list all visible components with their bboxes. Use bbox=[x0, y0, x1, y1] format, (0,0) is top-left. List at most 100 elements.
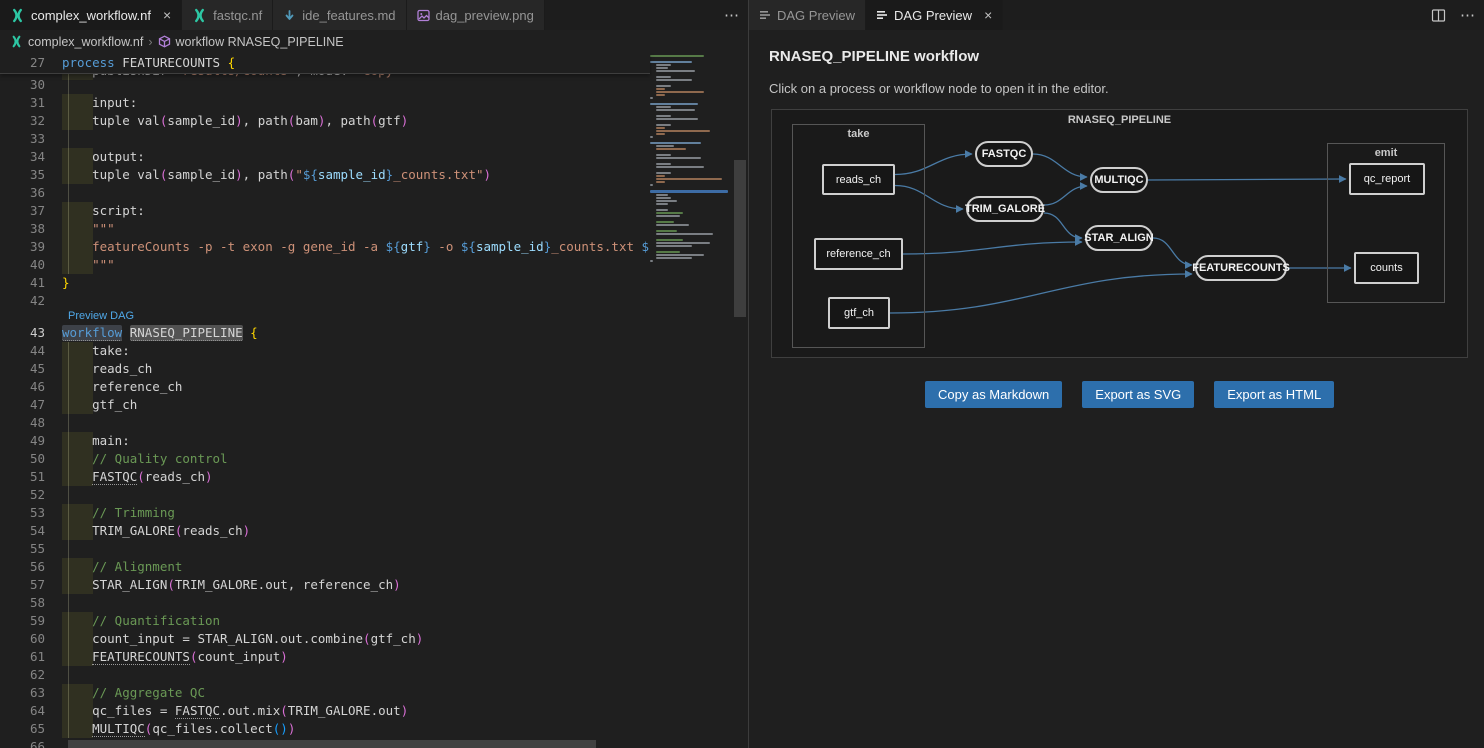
button-copy-as-markdown[interactable]: Copy as Markdown bbox=[925, 381, 1062, 408]
code-line[interactable] bbox=[62, 292, 650, 310]
vertical-scrollbar-slider[interactable] bbox=[734, 160, 746, 317]
code-line[interactable]: output: bbox=[62, 148, 650, 166]
codelens-preview-dag[interactable]: Preview DAG bbox=[68, 310, 134, 324]
code-line[interactable]: reads_ch bbox=[62, 360, 650, 378]
panel-tab-bar: DAG Preview DAG Preview× ⋯ bbox=[749, 0, 1484, 30]
code-line[interactable] bbox=[62, 486, 650, 504]
editor-actions-ellipsis[interactable]: ⋯ bbox=[724, 6, 740, 24]
line-number: 38 bbox=[0, 220, 62, 238]
code-line[interactable]: FASTQC(reads_ch) bbox=[62, 468, 650, 486]
code-line[interactable] bbox=[62, 130, 650, 148]
dag-preview-panel: DAG Preview DAG Preview× ⋯ RNASEQ_PIPELINE… bbox=[749, 0, 1484, 748]
code-line[interactable]: featureCounts -p -t exon -g gene_id -a $… bbox=[62, 238, 650, 256]
code-line[interactable]: """ bbox=[62, 220, 650, 238]
code-line[interactable]: // Alignment bbox=[62, 558, 650, 576]
dag-node-qc_report[interactable]: qc_report bbox=[1349, 163, 1425, 195]
code-line[interactable]: FEATURECOUNTS(count_input) bbox=[62, 648, 650, 666]
tab-label: ide_features.md bbox=[302, 8, 395, 23]
markdown-icon bbox=[283, 9, 296, 22]
tab-ide-features-md[interactable]: ide_features.md bbox=[273, 0, 406, 30]
minimap[interactable] bbox=[650, 55, 730, 266]
horizontal-scrollbar[interactable] bbox=[68, 740, 596, 748]
tab-dag-preview-png[interactable]: dag_preview.png bbox=[407, 0, 545, 30]
dag-node-reads_ch[interactable]: reads_ch bbox=[822, 164, 895, 195]
code-line[interactable] bbox=[62, 414, 650, 432]
tab-dag-preview[interactable]: DAG Preview bbox=[749, 0, 866, 30]
line-number: 53 bbox=[0, 504, 62, 522]
code-line[interactable]: script: bbox=[62, 202, 650, 220]
code-line[interactable]: """ bbox=[62, 256, 650, 274]
line-number: 63 bbox=[0, 684, 62, 702]
sticky-scroll-line[interactable]: 27process FEATURECOUNTS { bbox=[0, 53, 650, 74]
breadcrumb-symbol[interactable]: workflow RNASEQ_PIPELINE bbox=[176, 35, 344, 49]
code-line[interactable]: tuple val(sample_id), path("${sample_id}… bbox=[62, 166, 650, 184]
tab-label: fastqc.nf bbox=[213, 8, 262, 23]
code-line[interactable] bbox=[62, 540, 650, 558]
line-number: 60 bbox=[0, 630, 62, 648]
vertical-scrollbar[interactable] bbox=[733, 53, 747, 748]
code-line[interactable]: process FEATURECOUNTS { bbox=[62, 54, 650, 72]
ide-window: complex_workflow.nf×fastqc.nfide_feature… bbox=[0, 0, 1484, 748]
line-number: 47 bbox=[0, 396, 62, 414]
code-line[interactable]: // Aggregate QC bbox=[62, 684, 650, 702]
line-number: 65 bbox=[0, 720, 62, 738]
code-line[interactable]: main: bbox=[62, 432, 650, 450]
code-line[interactable]: reference_ch bbox=[62, 378, 650, 396]
code-line[interactable] bbox=[62, 594, 650, 612]
line-number: 49 bbox=[0, 432, 62, 450]
editor-group: complex_workflow.nf×fastqc.nfide_feature… bbox=[0, 0, 749, 748]
code-line[interactable]: } bbox=[62, 274, 650, 292]
dag-node-star_align[interactable]: STAR_ALIGN bbox=[1085, 225, 1153, 251]
code-line[interactable]: gtf_ch bbox=[62, 396, 650, 414]
breadcrumb-separator: › bbox=[148, 35, 152, 49]
tab-dag-preview[interactable]: DAG Preview× bbox=[866, 0, 1003, 30]
code-line[interactable]: // Quantification bbox=[62, 612, 650, 630]
dag-preview-body: RNASEQ_PIPELINE workflow Click on a proc… bbox=[749, 30, 1484, 748]
button-export-as-svg[interactable]: Export as SVG bbox=[1082, 381, 1194, 408]
dag-node-trim_galore[interactable]: TRIM_GALORE bbox=[966, 196, 1044, 222]
line-number: 27 bbox=[0, 54, 62, 72]
code-line[interactable] bbox=[62, 666, 650, 684]
dag-node-multiqc[interactable]: MULTIQC bbox=[1090, 167, 1148, 193]
tab-fastqc-nf[interactable]: fastqc.nf bbox=[182, 0, 273, 30]
code-line[interactable]: take: bbox=[62, 342, 650, 360]
code-line[interactable]: input: bbox=[62, 94, 650, 112]
breadcrumb-file[interactable]: complex_workflow.nf bbox=[28, 35, 143, 49]
code-line[interactable]: // Trimming bbox=[62, 504, 650, 522]
close-icon[interactable]: × bbox=[163, 8, 171, 22]
code-line[interactable]: // Quality control bbox=[62, 450, 650, 468]
dag-node-fastqc[interactable]: FASTQC bbox=[975, 141, 1033, 167]
code-line[interactable]: qc_files = FASTQC.out.mix(TRIM_GALORE.ou… bbox=[62, 702, 650, 720]
tab-label: DAG Preview bbox=[777, 8, 855, 23]
export-buttons: Copy as Markdown Export as SVG Export as H… bbox=[925, 381, 1334, 408]
code-editor[interactable]: 3031 input:32 tuple val(sample_id), path… bbox=[0, 53, 748, 748]
tab-complex-workflow-nf[interactable]: complex_workflow.nf× bbox=[0, 0, 182, 30]
code-line[interactable]: workflow RNASEQ_PIPELINE { bbox=[62, 324, 650, 342]
preview-icon bbox=[876, 9, 888, 21]
symbol-workflow-icon bbox=[158, 35, 171, 48]
code-line[interactable]: STAR_ALIGN(TRIM_GALORE.out, reference_ch… bbox=[62, 576, 650, 594]
dag-node-reference_ch[interactable]: reference_ch bbox=[814, 238, 903, 270]
button-export-as-html[interactable]: Export as HTML bbox=[1214, 381, 1334, 408]
code-line[interactable]: TRIM_GALORE(reads_ch) bbox=[62, 522, 650, 540]
split-icon bbox=[1431, 8, 1446, 23]
code-line[interactable] bbox=[62, 184, 650, 202]
code-line[interactable]: publishDir "results/counts", mode: 'copy… bbox=[62, 74, 650, 80]
dag-node-gtf_ch[interactable]: gtf_ch bbox=[828, 297, 890, 329]
nextflow-icon bbox=[192, 8, 207, 23]
code-line[interactable]: tuple val(sample_id), path(bam), path(gt… bbox=[62, 112, 650, 130]
horizontal-scrollbar-slider[interactable] bbox=[68, 740, 596, 748]
dag-node-featurecounts[interactable]: FEATURECOUNTS bbox=[1195, 255, 1287, 281]
line-number: 33 bbox=[0, 130, 62, 148]
code-line[interactable]: MULTIQC(qc_files.collect()) bbox=[62, 720, 650, 738]
panel-actions-ellipsis[interactable]: ⋯ bbox=[1460, 6, 1476, 24]
symbol-icon bbox=[158, 35, 171, 48]
close-icon[interactable]: × bbox=[984, 8, 992, 22]
code-line[interactable]: count_input = STAR_ALIGN.out.combine(gtf… bbox=[62, 630, 650, 648]
line-number: 36 bbox=[0, 184, 62, 202]
line-number: 59 bbox=[0, 612, 62, 630]
dag-node-counts[interactable]: counts bbox=[1354, 252, 1419, 284]
line-number: 46 bbox=[0, 378, 62, 396]
image-icon bbox=[417, 9, 430, 22]
line-number: 54 bbox=[0, 522, 62, 540]
